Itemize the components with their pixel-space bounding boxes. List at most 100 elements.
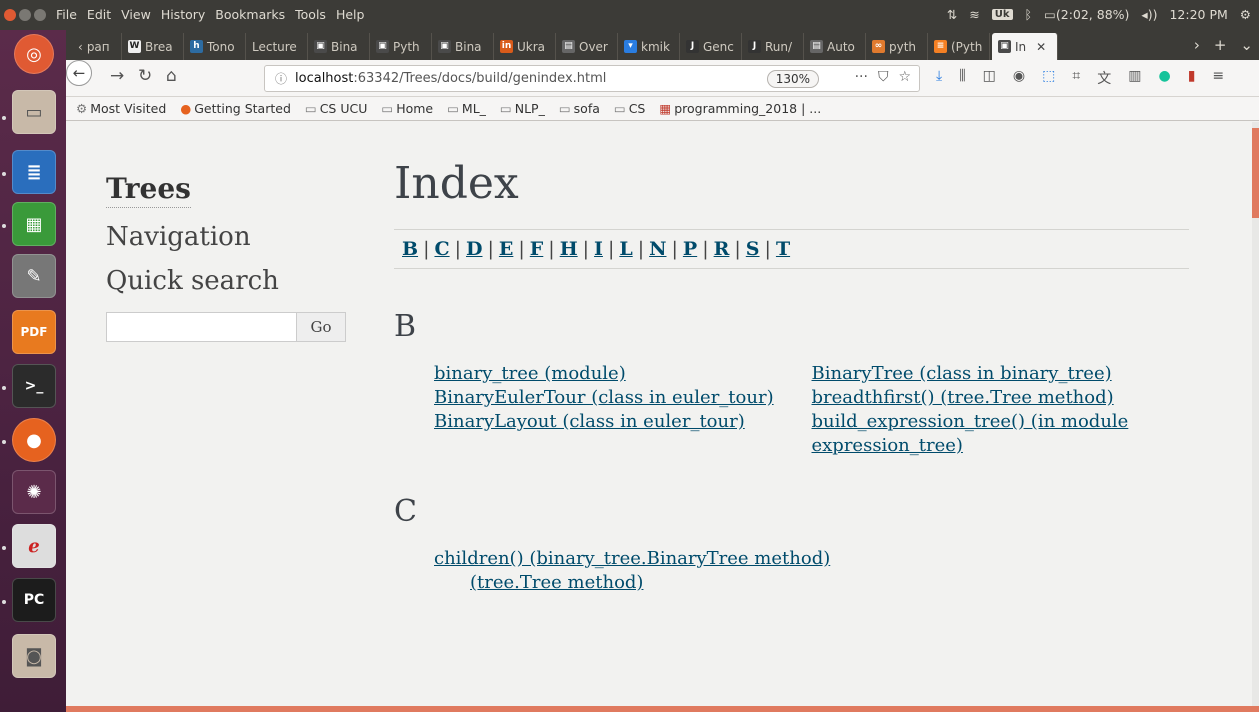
tab-scroll-left[interactable]: ‹ рап xyxy=(72,33,122,60)
bookmark-folder[interactable]: ▭ NLP_ xyxy=(500,101,545,116)
more-actions-icon[interactable]: ··· xyxy=(855,69,868,85)
settings-gear-icon[interactable]: ⚙ xyxy=(1240,7,1251,22)
tab[interactable]: ▾ kmik xyxy=(618,33,680,60)
writer-icon[interactable]: ≣ xyxy=(12,150,56,194)
close-window-button[interactable] xyxy=(4,9,16,21)
volume-icon[interactable]: ◂)) xyxy=(1141,7,1157,22)
wifi-icon[interactable]: ≋ xyxy=(969,7,979,22)
zoom-level[interactable]: 130% xyxy=(766,70,819,88)
bookmark-folder[interactable]: ▭ CS UCU xyxy=(305,101,367,116)
calc-icon[interactable]: ▦ xyxy=(12,202,56,246)
menu-edit[interactable]: Edit xyxy=(87,7,111,22)
ubuntu-dash-icon[interactable]: ◎ xyxy=(14,34,54,74)
letter-link-l[interactable]: L xyxy=(619,238,632,260)
tab[interactable]: ▣ Bina xyxy=(432,33,494,60)
network-icon[interactable]: ⇅ xyxy=(947,7,957,22)
menu-file[interactable]: File xyxy=(56,7,77,22)
pocket-icon[interactable]: ⛉ xyxy=(878,69,889,85)
keyboard-layout-indicator[interactable]: Uk xyxy=(991,9,1013,20)
reload-button[interactable]: ↻ xyxy=(138,66,152,86)
letter-link-e[interactable]: E xyxy=(499,238,513,260)
tab[interactable]: ▣ Bina xyxy=(308,33,370,60)
go-button[interactable]: Go xyxy=(297,312,346,342)
tab[interactable]: J Run/ xyxy=(742,33,804,60)
tab[interactable]: ▤ Auto xyxy=(804,33,866,60)
extension-icon[interactable]: ◉ xyxy=(1013,68,1025,88)
letter-link-t[interactable]: T xyxy=(776,238,790,260)
tab[interactable]: ▤ Over xyxy=(556,33,618,60)
bookmark-ext-icon[interactable]: ▮ xyxy=(1188,68,1196,88)
letter-link-n[interactable]: N xyxy=(649,238,666,260)
index-entry[interactable]: build_expression_tree() (in module expre… xyxy=(812,410,1190,458)
terminal-icon[interactable]: >_ xyxy=(12,364,56,408)
tab[interactable]: W Brea xyxy=(122,33,184,60)
url-bar[interactable]: ⓘ localhost:63342/Trees/docs/build/genin… xyxy=(264,65,920,92)
letter-link-h[interactable]: H xyxy=(560,238,578,260)
index-entry[interactable]: breadthfirst() (tree.Tree method) xyxy=(812,386,1190,410)
chevron-right-icon[interactable]: › xyxy=(1194,36,1200,54)
downloads-icon[interactable]: ⤓ xyxy=(936,68,942,88)
search-input[interactable] xyxy=(106,312,297,342)
index-subentry[interactable]: (tree.Tree method) xyxy=(470,571,1034,595)
tab[interactable]: J Genc xyxy=(680,33,742,60)
letter-link-c[interactable]: C xyxy=(434,238,449,260)
forward-button[interactable]: → xyxy=(110,66,124,86)
storage-icon[interactable]: ◙ xyxy=(12,634,56,678)
index-entry[interactable]: BinaryLayout (class in euler_tour) xyxy=(434,410,812,434)
menu-tools[interactable]: Tools xyxy=(295,7,326,22)
back-button[interactable]: ← xyxy=(66,60,92,86)
site-title[interactable]: Trees xyxy=(106,172,191,208)
bookmark-folder[interactable]: ▭ Home xyxy=(381,101,433,116)
grammarly-icon[interactable]: ● xyxy=(1158,68,1170,88)
battery-indicator[interactable]: ▭(2:02, 88%) xyxy=(1044,7,1129,22)
letter-link-b[interactable]: B xyxy=(402,238,418,260)
new-tab-icon[interactable]: + xyxy=(1214,36,1227,54)
tab[interactable]: ▣ Pyth xyxy=(370,33,432,60)
tab[interactable]: ≡ (Pyth xyxy=(928,33,990,60)
pycharm-icon[interactable]: PC xyxy=(12,578,56,622)
menu-history[interactable]: History xyxy=(161,7,205,22)
index-entry[interactable]: BinaryEulerTour (class in euler_tour) xyxy=(434,386,812,410)
tab-active[interactable]: ▣ In ✕ xyxy=(992,33,1058,60)
bookmark-star-icon[interactable]: ☆ xyxy=(898,69,911,85)
bookmark-item[interactable]: ⚙ Most Visited xyxy=(76,101,166,116)
letter-link-f[interactable]: F xyxy=(530,238,544,260)
reader-icon[interactable]: ▥ xyxy=(1128,68,1141,88)
menu-bookmarks[interactable]: Bookmarks xyxy=(215,7,285,22)
letter-link-i[interactable]: I xyxy=(594,238,603,260)
bookmark-item[interactable]: ▦ programming_2018 | ... xyxy=(659,101,821,116)
hamburger-menu-icon[interactable]: ≡ xyxy=(1212,68,1224,88)
crop-icon[interactable]: ⌗ xyxy=(1072,68,1080,88)
system-settings-icon[interactable]: ✎ xyxy=(12,254,56,298)
letter-link-d[interactable]: D xyxy=(466,238,482,260)
menu-view[interactable]: View xyxy=(121,7,151,22)
home-button[interactable]: ⌂ xyxy=(166,66,177,86)
web-icon[interactable]: ✺ xyxy=(12,470,56,514)
tab-list-chevron-icon[interactable]: ⌄ xyxy=(1240,36,1253,54)
letter-link-p[interactable]: P xyxy=(683,238,697,260)
firefox-icon[interactable]: ● xyxy=(12,418,56,462)
letter-link-s[interactable]: S xyxy=(746,238,760,260)
minimize-window-button[interactable] xyxy=(19,9,31,21)
screenshot-icon[interactable]: ⬚ xyxy=(1042,68,1055,88)
sidebar-icon[interactable]: ◫ xyxy=(983,68,996,88)
files-icon[interactable]: ▭ xyxy=(12,90,56,134)
bluetooth-icon[interactable]: ᛒ xyxy=(1025,7,1033,22)
tab[interactable]: ∞ pyth xyxy=(866,33,928,60)
close-tab-icon[interactable]: ✕ xyxy=(1036,40,1046,54)
bookmark-item[interactable]: ● Getting Started xyxy=(180,101,291,116)
index-entry[interactable]: binary_tree (module) xyxy=(434,362,812,386)
translate-icon[interactable]: 文 xyxy=(1097,68,1111,88)
menu-help[interactable]: Help xyxy=(336,7,365,22)
letter-link-r[interactable]: R xyxy=(714,238,730,260)
index-entry[interactable]: children() (binary_tree.BinaryTree metho… xyxy=(434,547,1034,571)
bookmark-folder[interactable]: ▭ CS xyxy=(614,101,645,116)
bookmark-folder[interactable]: ▭ sofa xyxy=(559,101,600,116)
scrollbar-thumb[interactable] xyxy=(1252,128,1259,218)
maximize-window-button[interactable] xyxy=(34,9,46,21)
info-icon[interactable]: ⓘ xyxy=(275,70,287,87)
index-entry[interactable]: BinaryTree (class in binary_tree) xyxy=(812,362,1190,386)
tab[interactable]: Lecture xyxy=(246,33,308,60)
tab[interactable]: h Tono xyxy=(184,33,246,60)
pdf-viewer-icon[interactable]: PDF xyxy=(12,310,56,354)
